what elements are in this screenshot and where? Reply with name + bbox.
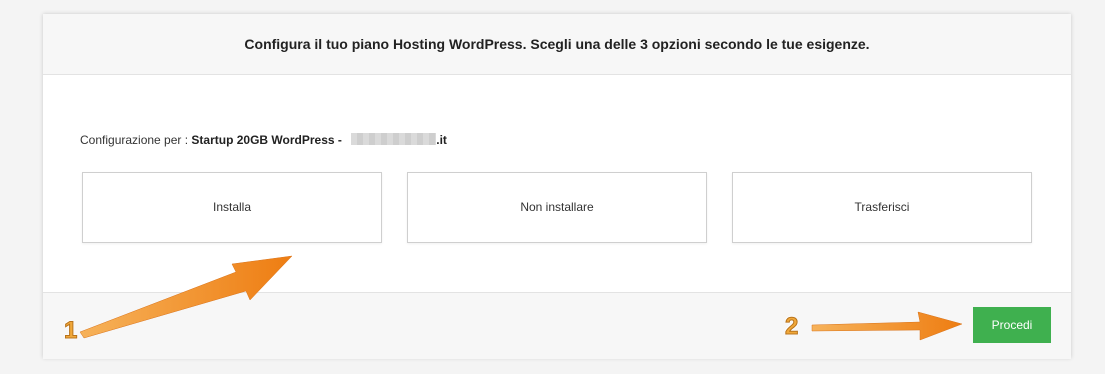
panel-title: Configura il tuo piano Hosting WordPress…	[43, 14, 1071, 75]
page: Configura il tuo piano Hosting WordPress…	[0, 0, 1105, 374]
proceed-button[interactable]: Procedi	[973, 307, 1051, 343]
step-2-marker: 2	[784, 313, 799, 341]
option-non-installare-button[interactable]: Non installare	[407, 172, 707, 243]
domain-tld: .it	[436, 133, 447, 147]
panel-footer	[43, 292, 1071, 359]
configuration-label: Configurazione per :	[80, 133, 192, 147]
blurred-domain-name	[351, 133, 437, 145]
hosting-config-panel: Configura il tuo piano Hosting WordPress…	[43, 14, 1071, 359]
step-1-marker: 1	[63, 317, 78, 345]
plan-name: Startup 20GB WordPress -	[191, 133, 342, 147]
option-installa-button[interactable]: Installa	[82, 172, 382, 243]
configuration-line: Configurazione per : Startup 20GB WordPr…	[80, 133, 447, 147]
option-trasferisci-button[interactable]: Trasferisci	[732, 172, 1032, 243]
